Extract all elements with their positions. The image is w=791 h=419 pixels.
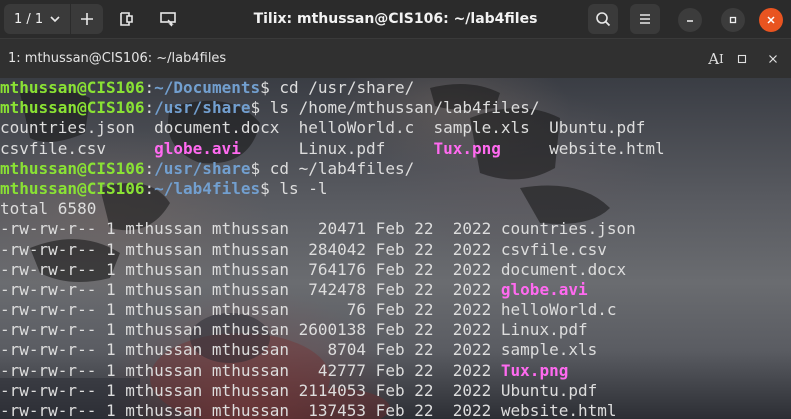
prompt-separator: : — [144, 98, 155, 118]
prompt-line: mthussan@CIS106:~/lab4files$ ls -l — [0, 179, 665, 199]
prompt-path: /usr/share — [154, 98, 251, 118]
file-name: helloWorld.c — [500, 300, 617, 320]
save-output-icon — [160, 12, 176, 27]
ls-entry — [241, 139, 299, 158]
ls-entry: countries.json — [0, 118, 155, 138]
plus-icon — [81, 13, 93, 25]
total-line: total 6580 — [0, 199, 665, 219]
file-meta: -rw-rw-r-- 1 mthussan mthussan 137453 Fe… — [0, 401, 501, 419]
ls-entry: document.docx — [154, 118, 299, 138]
maximize-button[interactable] — [721, 8, 745, 32]
ls-entry: website.html — [549, 138, 665, 158]
session-switcher[interactable]: 1 / 1 — [4, 4, 70, 34]
save-output-button[interactable] — [152, 4, 184, 34]
hamburger-menu-icon — [640, 14, 650, 24]
file-name: csvfile.csv — [500, 239, 607, 259]
file-meta: -rw-rw-r-- 1 mthussan mthussan 8704 Feb … — [0, 340, 501, 360]
prompt-path: ~/lab4files — [154, 178, 261, 198]
ls-entry: Linux.pdf — [298, 138, 434, 158]
ls-entry: Ubuntu.pdf — [549, 118, 646, 138]
pane-close-icon[interactable] — [766, 49, 780, 69]
main-menu-button[interactable] — [630, 4, 660, 34]
prompt-line: mthussan@CIS106:~/Documents$ cd /usr/sha… — [0, 78, 665, 98]
file-name: countries.json — [500, 219, 636, 239]
prompt-user-host: mthussan@CIS106 — [0, 158, 145, 178]
file-meta: -rw-rw-r-- 1 mthussan mthussan 20471 Feb… — [0, 219, 501, 239]
command-text: ls /home/mthussan/lab4files/ — [260, 98, 540, 118]
total-blocks: total 6580 — [0, 199, 97, 219]
ls-output-row: csvfile.csv globe.avi Linux.pdf Tux.png … — [0, 139, 665, 159]
file-name: Tux.png — [500, 360, 569, 380]
search-button[interactable] — [588, 4, 618, 34]
prompt-symbol: $ — [260, 78, 270, 97]
file-name: globe.avi — [500, 279, 588, 299]
split-terminal-icon — [120, 12, 133, 26]
terminal-title[interactable]: 1: mthussan@CIS106: ~/lab4files — [8, 39, 226, 78]
file-row: -rw-rw-r-- 1 mthussan mthussan 76 Feb 22… — [0, 300, 665, 320]
minimize-button[interactable] — [678, 8, 702, 32]
command-text: ls -l — [269, 178, 328, 198]
prompt-user-host: mthussan@CIS106 — [0, 178, 145, 198]
file-row: -rw-rw-r-- 1 mthussan mthussan 20471 Feb… — [0, 219, 665, 239]
file-meta: -rw-rw-r-- 1 mthussan mthussan 2600138 F… — [0, 320, 501, 340]
terminal-titlebar: 1: mthussan@CIS106: ~/lab4files AI — [0, 38, 791, 78]
file-row: -rw-rw-r-- 1 mthussan mthussan 284042 Fe… — [0, 240, 665, 260]
chevron-down-icon — [50, 16, 60, 23]
command-text: cd ~/lab4files/ — [260, 158, 415, 178]
minimize-icon — [687, 20, 693, 22]
close-icon — [767, 16, 775, 24]
prompt-symbol: $ — [250, 158, 261, 178]
split-terminal-button[interactable] — [110, 4, 142, 34]
file-meta: -rw-rw-r-- 1 mthussan mthussan 284042 Fe… — [0, 239, 501, 259]
prompt-separator: : — [144, 78, 155, 97]
ls-output-row: countries.json document.docx helloWorld.… — [0, 118, 665, 138]
prompt-separator: : — [144, 158, 155, 178]
ls-entry: helloWorld.c — [298, 118, 434, 138]
prompt-separator: : — [144, 178, 155, 198]
ls-entry — [501, 139, 549, 158]
prompt-symbol: $ — [250, 98, 261, 118]
file-name: sample.xls — [500, 340, 598, 360]
file-meta: -rw-rw-r-- 1 mthussan mthussan 2114053 F… — [0, 380, 501, 400]
file-row: -rw-rw-r-- 1 mthussan mthussan 764176 Fe… — [0, 260, 665, 280]
prompt-path: ~/Documents — [154, 78, 261, 97]
file-meta: -rw-rw-r-- 1 mthussan mthussan 764176 Fe… — [0, 259, 501, 279]
ls-entry: csvfile.csv — [0, 138, 155, 158]
session-label: 1 / 1 — [14, 11, 44, 27]
file-meta: -rw-rw-r-- 1 mthussan mthussan 76 Feb 22… — [0, 300, 501, 320]
prompt-line: mthussan@CIS106:/usr/share$ cd ~/lab4fil… — [0, 159, 665, 179]
file-row: -rw-rw-r-- 1 mthussan mthussan 137453 Fe… — [0, 401, 665, 419]
ls-entry: Tux.png — [433, 138, 501, 158]
search-icon — [596, 12, 611, 27]
ls-entry: globe.avi — [154, 138, 241, 158]
ls-entry: sample.xls — [433, 118, 550, 138]
file-row: -rw-rw-r-- 1 mthussan mthussan 2600138 F… — [0, 320, 665, 340]
file-name: website.html — [500, 401, 617, 419]
terminal-output: mthussan@CIS106:~/Documents$ cd /usr/sha… — [0, 78, 665, 419]
prompt-user-host: mthussan@CIS106 — [0, 98, 145, 118]
file-name: Ubuntu.pdf — [500, 380, 598, 400]
file-meta: -rw-rw-r-- 1 mthussan mthussan 742478 Fe… — [0, 279, 501, 299]
font-icon[interactable]: AI — [706, 49, 726, 69]
file-row: -rw-rw-r-- 1 mthussan mthussan 42777 Feb… — [0, 361, 665, 381]
prompt-line: mthussan@CIS106:/usr/share$ ls /home/mth… — [0, 98, 665, 118]
file-meta: -rw-rw-r-- 1 mthussan mthussan 42777 Feb… — [0, 360, 501, 380]
prompt-path: /usr/share — [154, 158, 251, 178]
maximize-icon — [729, 16, 737, 24]
file-row: -rw-rw-r-- 1 mthussan mthussan 8704 Feb … — [0, 340, 665, 360]
prompt-user-host: mthussan@CIS106 — [0, 78, 145, 97]
file-name: Linux.pdf — [500, 320, 588, 340]
file-row: -rw-rw-r-- 1 mthussan mthussan 2114053 F… — [0, 381, 665, 401]
terminal-body[interactable]: mthussan@CIS106:~/Documents$ cd /usr/sha… — [0, 78, 791, 419]
command-text: cd /usr/share/ — [269, 78, 415, 97]
prompt-symbol: $ — [260, 178, 270, 198]
tilix-headerbar: 1 / 1 Tilix: mthussan@CIS106: ~/lab4file… — [0, 0, 791, 38]
file-row: -rw-rw-r-- 1 mthussan mthussan 742478 Fe… — [0, 280, 665, 300]
close-button[interactable] — [759, 8, 783, 32]
pane-maximize-icon[interactable] — [735, 49, 749, 69]
add-session-button[interactable] — [71, 4, 103, 34]
file-name: document.docx — [500, 259, 627, 279]
